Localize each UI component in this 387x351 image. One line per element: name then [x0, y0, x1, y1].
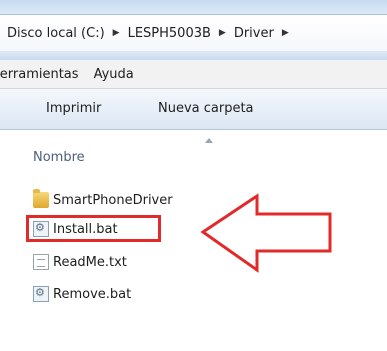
breadcrumb-disco-local[interactable]: Disco local (C:) — [0, 26, 105, 41]
highlight-box — [26, 215, 161, 242]
new-folder-button[interactable]: Nueva carpeta — [158, 101, 254, 116]
chevron-right-icon[interactable]: ▶ — [113, 28, 120, 38]
file-name[interactable]: Remove.bat — [53, 287, 131, 302]
list-item[interactable]: ReadMe.txt — [33, 252, 127, 272]
breadcrumb-driver[interactable]: Driver — [234, 26, 274, 41]
address-bar-bottom-strip — [0, 51, 387, 60]
bat-file-icon — [33, 286, 49, 302]
list-item[interactable]: SmartPhoneDriver — [33, 189, 173, 210]
list-item[interactable]: Remove.bat — [33, 284, 131, 304]
window-top-strip — [0, 0, 387, 14]
print-button[interactable]: Imprimir — [46, 101, 101, 116]
address-bar[interactable]: Disco local (C:) ▶ LESPH5003B ▶ Driver ▶ — [0, 14, 387, 52]
column-header-row: Nombre — [0, 130, 387, 170]
file-name[interactable]: SmartPhoneDriver — [53, 193, 173, 208]
file-name[interactable]: ReadMe.txt — [53, 255, 127, 270]
menu-herramientas[interactable]: Herramientas — [0, 67, 79, 82]
folder-icon — [33, 189, 49, 208]
sort-ascending-icon — [205, 138, 213, 143]
command-toolbar: Imprimir Nueva carpeta — [0, 89, 387, 130]
left-arrow-annotation-icon — [200, 193, 332, 273]
text-file-icon — [33, 254, 49, 270]
chevron-right-icon[interactable]: ▶ — [282, 28, 289, 38]
menu-bar: Herramientas Ayuda — [0, 60, 387, 89]
menu-ayuda[interactable]: Ayuda — [94, 67, 134, 82]
breadcrumb-lesph5003b[interactable]: LESPH5003B — [128, 26, 211, 41]
chevron-right-icon[interactable]: ▶ — [219, 28, 226, 38]
column-header-name[interactable]: Nombre — [33, 150, 85, 165]
